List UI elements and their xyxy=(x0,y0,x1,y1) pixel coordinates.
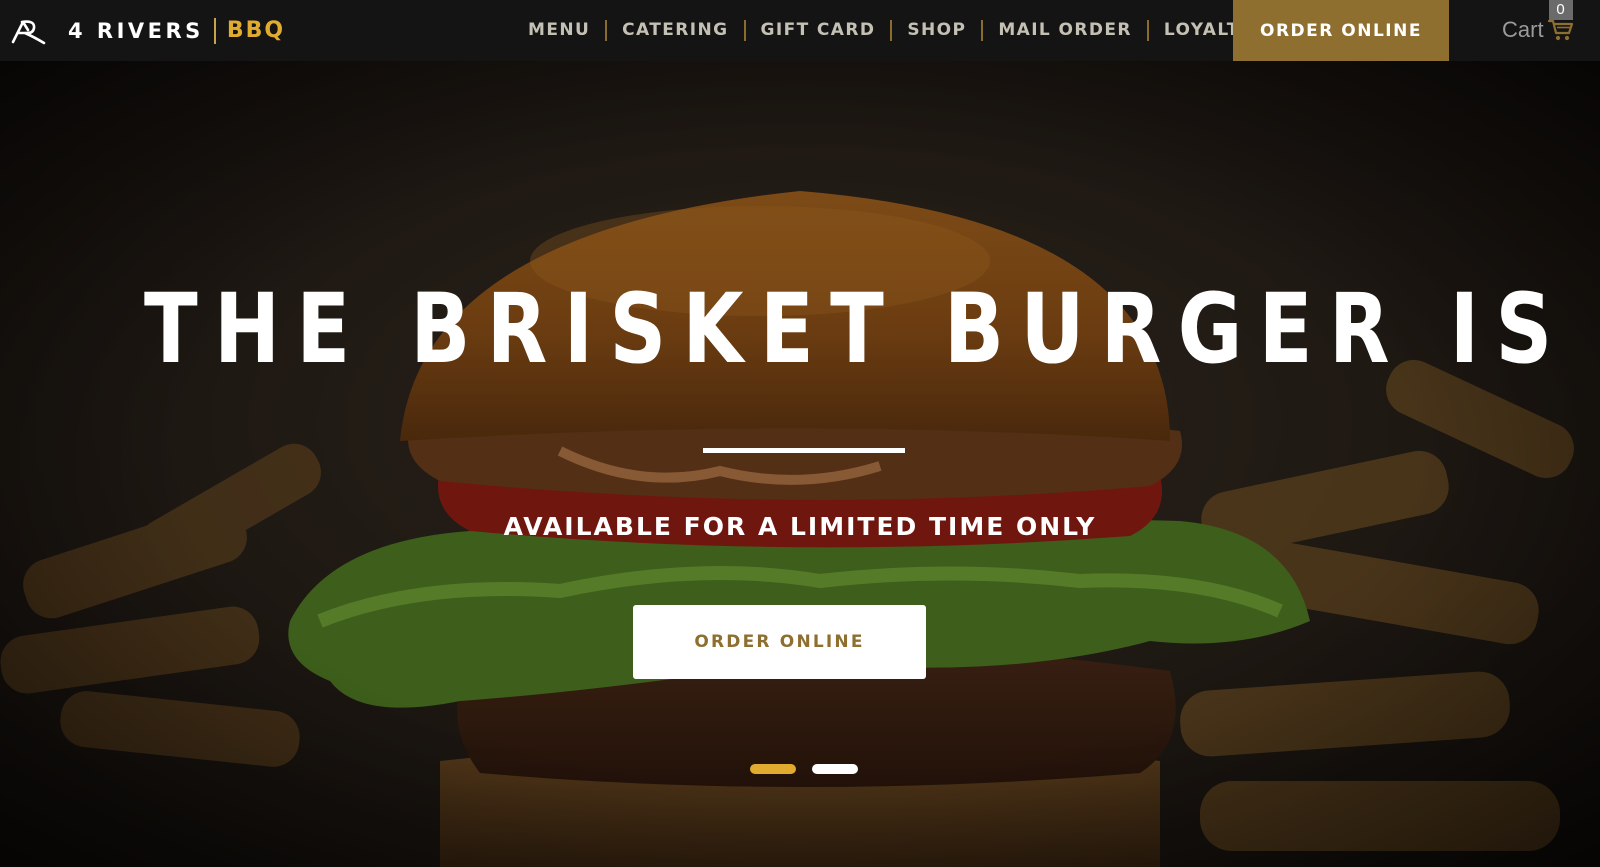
logo-divider xyxy=(213,17,216,44)
nav-shop[interactable]: SHOP xyxy=(892,20,984,41)
shopping-cart-icon xyxy=(1547,19,1573,41)
cart-button[interactable]: Cart 0 xyxy=(1502,0,1574,47)
nav-menu[interactable]: MENU xyxy=(512,20,608,41)
site-logo[interactable]: 4 RIVERS BBQ xyxy=(8,0,285,61)
hero-slider: THE BRISKET BURGER IS BACK AVAILABLE FOR… xyxy=(0,61,1600,867)
nav-mail-order[interactable]: MAIL ORDER xyxy=(983,20,1149,41)
slide-dot-1[interactable] xyxy=(750,764,796,774)
hero-order-online-button[interactable]: ORDER ONLINE xyxy=(633,605,926,679)
cart-label: Cart xyxy=(1502,17,1544,42)
site-header: 4 RIVERS BBQ MENU CATERING GIFT CARD SHO… xyxy=(0,0,1600,61)
main-nav: MENU CATERING GIFT CARD SHOP MAIL ORDER … xyxy=(512,0,1268,61)
hero-subtitle: AVAILABLE FOR A LIMITED TIME ONLY xyxy=(503,512,1097,541)
slide-dot-2[interactable] xyxy=(812,764,858,774)
hero-divider xyxy=(703,448,905,453)
nav-gift-card[interactable]: GIFT CARD xyxy=(746,20,893,41)
logo-wordmark: 4 RIVERS xyxy=(68,18,204,43)
logo-monogram-icon xyxy=(11,19,46,44)
hero-burger-image xyxy=(0,61,1600,867)
logo-bbq: BBQ xyxy=(226,18,286,43)
slider-pagination xyxy=(750,764,858,774)
cart-count-badge: 0 xyxy=(1548,0,1573,20)
nav-catering[interactable]: CATERING xyxy=(607,20,746,41)
header-order-online-button[interactable]: ORDER ONLINE xyxy=(1233,0,1449,61)
hero-title: THE BRISKET BURGER IS BACK xyxy=(144,273,1600,385)
